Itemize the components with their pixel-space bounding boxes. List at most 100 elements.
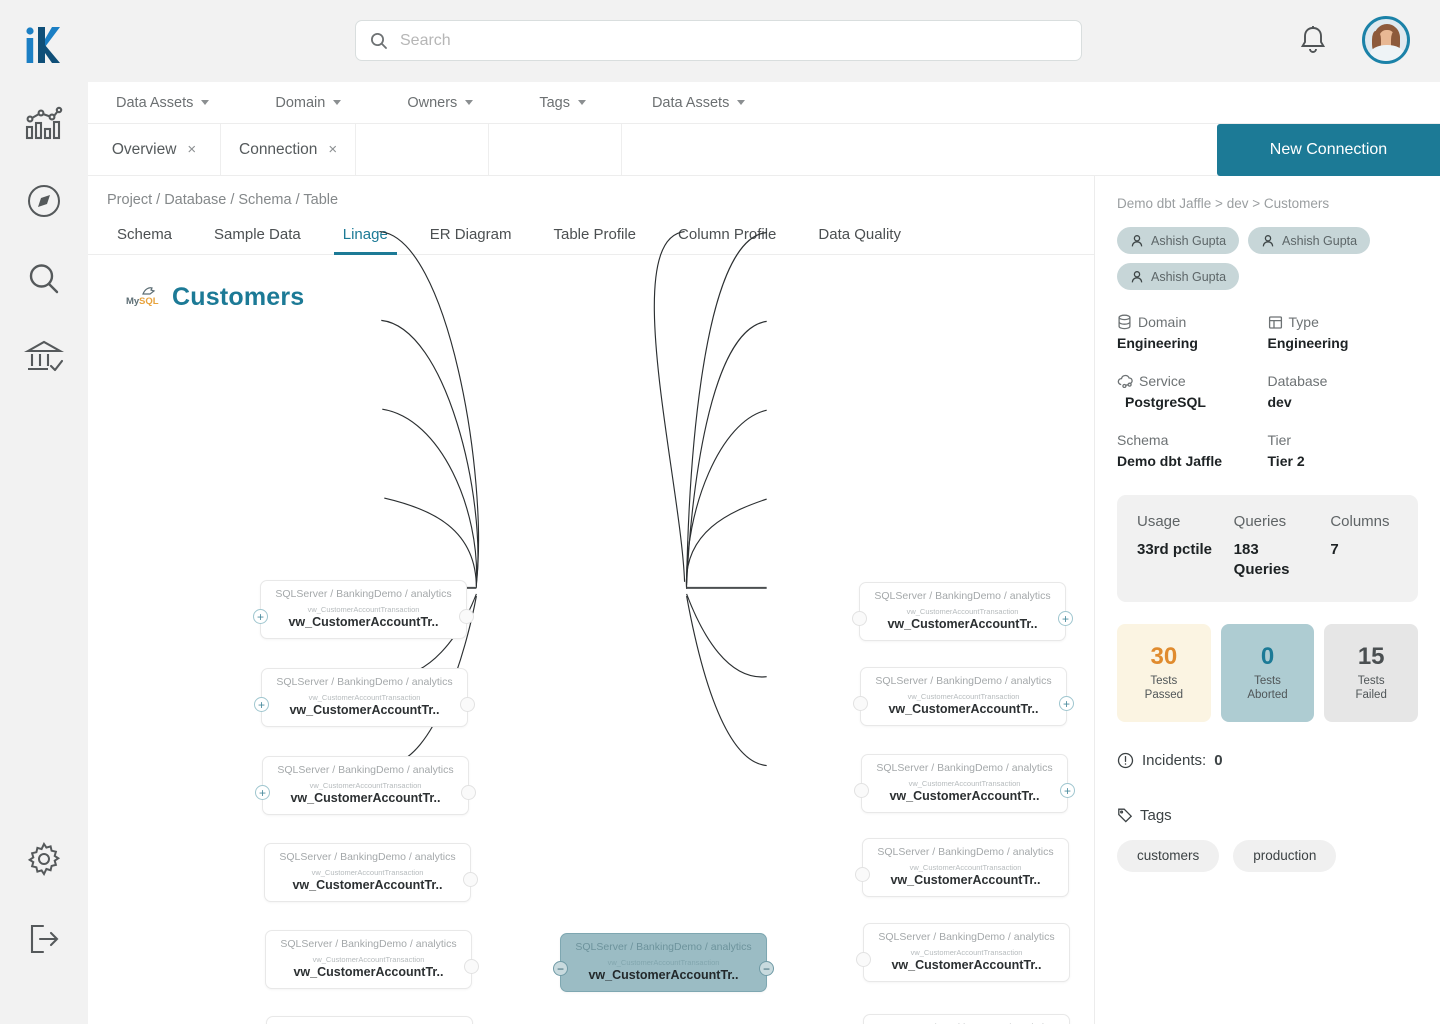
- tag-chip[interactable]: customers: [1117, 839, 1220, 872]
- sidebar-item-analytics[interactable]: [21, 100, 67, 146]
- owner-chip[interactable]: Ashish Gupta: [1117, 227, 1240, 254]
- app-logo[interactable]: [22, 18, 66, 72]
- user-avatar[interactable]: [1362, 16, 1410, 64]
- node-subtitle: vw_CustomerAccountTransaction: [308, 693, 421, 702]
- close-icon[interactable]: ×: [328, 142, 337, 157]
- node-subtitle: vw_CustomerAccountTransaction: [307, 605, 420, 614]
- collapse-handle-right[interactable]: −: [759, 961, 774, 976]
- edge-handle[interactable]: [460, 697, 475, 712]
- global-search: [355, 20, 1082, 61]
- edge-handle[interactable]: [464, 959, 479, 974]
- close-icon[interactable]: ×: [187, 142, 196, 157]
- lineage-node-downstream[interactable]: SQLServer / BankingDemo / analytics vw_C…: [854, 754, 1075, 813]
- lineage-node-downstream[interactable]: SQLServer / BankingDemo / analytics vw_C…: [863, 1014, 1070, 1024]
- meta-key: Database: [1267, 373, 1328, 389]
- edge-handle[interactable]: [463, 872, 478, 887]
- edge-handle[interactable]: [855, 867, 870, 882]
- search-box[interactable]: [355, 20, 1082, 61]
- filter-label: Owners: [407, 94, 458, 111]
- filter-label: Data Assets: [651, 94, 730, 111]
- sidebar-bottom: [21, 836, 67, 962]
- notifications-bell-icon[interactable]: [1298, 24, 1328, 56]
- meta-key-row: Database: [1268, 373, 1419, 389]
- edge-handle[interactable]: [461, 785, 476, 800]
- lineage-node-downstream[interactable]: SQLServer / BankingDemo / analytics vw_C…: [853, 667, 1074, 726]
- person-icon: [1131, 270, 1143, 282]
- tab-overview[interactable]: Overview ×: [88, 124, 221, 175]
- owner-chip[interactable]: Ashish Gupta: [1117, 263, 1240, 290]
- meta-value: Demo dbt Jaffle: [1117, 453, 1223, 469]
- meta-value: Engineering: [1117, 335, 1198, 351]
- entity-title-row: My SQL Customers: [88, 255, 1094, 312]
- lineage-node-upstream[interactable]: SQLServer / BankingDemo / analytics vw_C…: [255, 756, 476, 815]
- edge-handle[interactable]: [856, 952, 871, 967]
- search-input[interactable]: [400, 31, 1067, 50]
- sidebar-item-explore[interactable]: [21, 178, 67, 224]
- filter-data-assets-1[interactable]: Data Assets: [102, 95, 223, 111]
- content-area: Project / Database / Schema / Table Sche…: [88, 176, 1440, 1024]
- tab-label: Table Profile: [553, 226, 637, 243]
- filter-owners[interactable]: Owners: [393, 95, 487, 111]
- lineage-node-selected[interactable]: SQLServer / BankingDemo / analytics vw_C…: [553, 933, 774, 992]
- tab-column-profile[interactable]: Column Profile: [657, 226, 797, 254]
- node-name: vw_CustomerAccountTr..: [292, 878, 443, 892]
- meta-key: Schema: [1117, 432, 1169, 448]
- new-connection-button[interactable]: New Connection: [1217, 124, 1440, 176]
- details-panel: Demo dbt Jaffle > dev > Customers Ashish…: [1094, 176, 1440, 1024]
- tests-passed-label: Tests Passed: [1144, 674, 1184, 702]
- edge-handle[interactable]: [854, 783, 869, 798]
- tab-slot-empty-2[interactable]: [489, 124, 623, 175]
- tab-table-profile[interactable]: Table Profile: [532, 226, 657, 254]
- meta-value: dev: [1267, 394, 1292, 410]
- node-name: vw_CustomerAccountTr..: [887, 617, 1038, 631]
- mysql-logo-icon: My SQL: [126, 286, 159, 307]
- node-path: SQLServer / BankingDemo / analytics: [277, 764, 454, 776]
- tests-failed-card[interactable]: 15 Tests Failed: [1324, 623, 1419, 722]
- settings-icon[interactable]: [21, 836, 67, 882]
- tab-slot-empty-1[interactable]: [356, 124, 490, 175]
- node-name: vw_CustomerAccountTr..: [290, 791, 441, 805]
- meta-schema: Schema Demo dbt Jaffle: [1117, 432, 1268, 469]
- expand-handle[interactable]: +: [1060, 783, 1075, 798]
- edge-handle[interactable]: [852, 611, 867, 626]
- lineage-node-upstream[interactable]: SQLServer / BankingDemo / analytics vw_C…: [264, 843, 478, 902]
- tests-aborted-card[interactable]: 0 Tests Aborted: [1220, 623, 1315, 722]
- node-name: vw_CustomerAccountTr..: [293, 965, 444, 979]
- lineage-node-upstream[interactable]: SQLServer / BankingDemo / analytics vw_C…: [253, 580, 474, 639]
- lineage-node-downstream[interactable]: SQLServer / BankingDemo / analytics vw_C…: [856, 923, 1070, 982]
- sidebar-item-search[interactable]: [21, 256, 67, 302]
- expand-handle[interactable]: +: [253, 609, 268, 624]
- edge-handle[interactable]: [853, 696, 868, 711]
- filter-data-assets-2[interactable]: Data Assets: [638, 95, 759, 111]
- sidebar-item-governance[interactable]: [21, 334, 67, 380]
- tests-passed-card[interactable]: 30 Tests Passed: [1117, 623, 1211, 722]
- lineage-node-upstream[interactable]: SQLServer / BankingDemo / analytics vw_C…: [254, 668, 475, 727]
- lineage-node-downstream[interactable]: SQLServer / BankingDemo / analytics vw_C…: [852, 582, 1073, 641]
- owner-chip[interactable]: Ashish Gupta: [1248, 227, 1371, 254]
- tab-schema[interactable]: Schema: [96, 226, 193, 254]
- expand-handle[interactable]: +: [254, 697, 269, 712]
- tab-slot-empty-3[interactable]: [622, 124, 755, 175]
- expand-handle[interactable]: +: [1058, 611, 1073, 626]
- logout-icon[interactable]: [21, 916, 67, 962]
- lineage-node-upstream[interactable]: SQLServer / BankingDemo / analytics vw_C…: [266, 1016, 473, 1024]
- edge-handle[interactable]: [459, 609, 474, 624]
- tab-connection[interactable]: Connection ×: [221, 124, 357, 175]
- usage-value: 183 Queries: [1233, 541, 1290, 578]
- tab-er-diagram[interactable]: ER Diagram: [409, 226, 533, 254]
- tag-chip[interactable]: production: [1233, 839, 1337, 872]
- tab-data-quality[interactable]: Data Quality: [797, 226, 922, 254]
- filter-tags[interactable]: Tags: [525, 95, 600, 111]
- tab-linage[interactable]: Linage: [322, 226, 409, 255]
- expand-handle[interactable]: +: [1059, 696, 1074, 711]
- database-icon: [1118, 314, 1131, 330]
- filter-domain[interactable]: Domain: [261, 95, 355, 111]
- lineage-node-upstream[interactable]: SQLServer / BankingDemo / analytics vw_C…: [265, 930, 479, 989]
- owner-name: Ashish Gupta: [1151, 233, 1227, 248]
- expand-handle[interactable]: +: [255, 785, 270, 800]
- node-path: SQLServer / BankingDemo / analytics: [875, 675, 1052, 687]
- collapse-handle-left[interactable]: −: [553, 961, 568, 976]
- lineage-node-downstream[interactable]: SQLServer / BankingDemo / analytics vw_C…: [855, 838, 1069, 897]
- meta-type: Type Engineering: [1268, 314, 1419, 351]
- tab-sample-data[interactable]: Sample Data: [193, 226, 322, 254]
